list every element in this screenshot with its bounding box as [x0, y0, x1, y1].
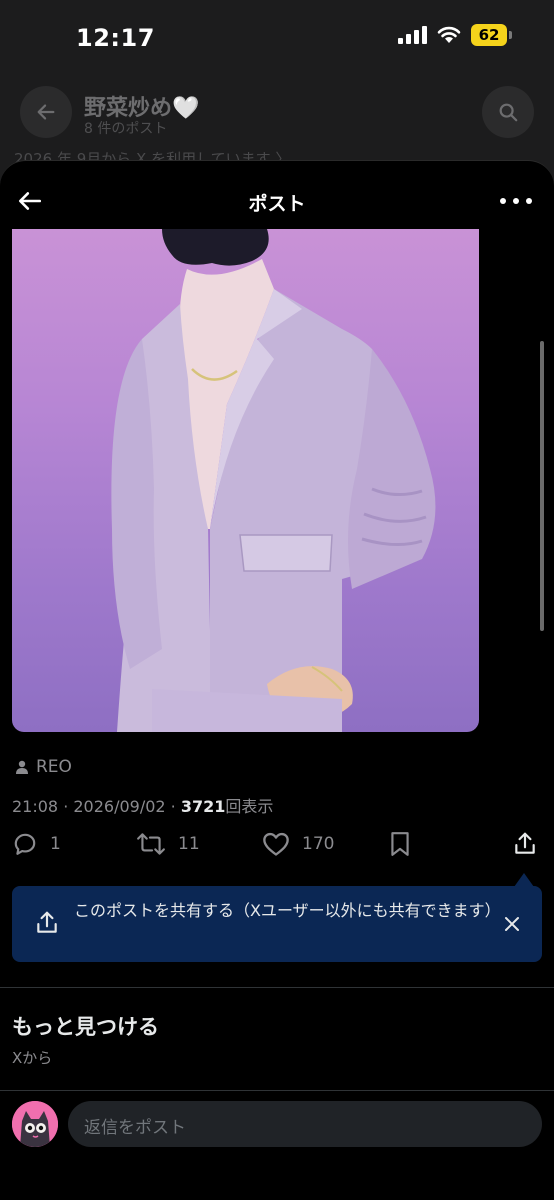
arrow-left-icon — [37, 104, 55, 120]
share-tooltip: このポストを共有する（Xユーザー以外にも共有できます） — [12, 886, 542, 962]
sheet-header: ポスト — [0, 161, 554, 239]
background-post-count: 8 件のポスト — [84, 121, 168, 137]
background-search-button — [482, 86, 534, 138]
avatar[interactable] — [12, 1101, 58, 1147]
bookmark-button[interactable] — [388, 831, 412, 857]
like-button[interactable]: 170 — [262, 831, 334, 857]
discover-title: もっと見つける — [12, 1015, 159, 1039]
post-image[interactable] — [12, 229, 479, 732]
person-icon — [16, 760, 28, 774]
repost-count: 11 — [178, 834, 200, 854]
divider — [0, 987, 554, 988]
share-icon — [515, 832, 535, 854]
background-back-button — [20, 86, 72, 138]
wifi-icon — [437, 26, 461, 43]
heart-icon — [263, 832, 289, 856]
tooltip-caret — [514, 873, 534, 887]
status-bar: 12:17 62 — [0, 0, 554, 76]
reply-button[interactable]: 1 — [12, 831, 61, 857]
background-profile-header: 野菜炒め🤍 8 件のポスト — [0, 86, 554, 142]
post-sheet: ポスト REO 21:08 · 2026/09/02 · 3721回表示 1 1… — [0, 160, 554, 1200]
close-icon — [505, 917, 519, 931]
post-date: 2026/09/02 — [73, 797, 166, 816]
post-time: 21:08 — [12, 797, 59, 816]
cat-avatar-icon — [12, 1101, 58, 1147]
battery-level: 62 — [471, 24, 507, 46]
tooltip-close-button[interactable] — [500, 912, 524, 936]
repost-icon — [137, 833, 165, 855]
cellular-signal-icon — [398, 26, 427, 44]
reply-placeholder: 返信をポスト — [84, 1118, 186, 1138]
post-author[interactable]: REO — [14, 757, 72, 777]
post-image-illustration — [111, 229, 436, 732]
reply-count: 1 — [50, 834, 61, 854]
share-icon — [34, 910, 60, 940]
share-tooltip-text[interactable]: このポストを共有する（Xユーザー以外にも共有できます） — [74, 899, 501, 923]
status-time: 12:17 — [76, 24, 155, 52]
view-suffix: 回表示 — [225, 797, 274, 816]
sheet-title: ポスト — [248, 193, 306, 215]
view-count: 3721 — [180, 797, 226, 816]
divider — [0, 1090, 554, 1091]
reply-icon — [14, 833, 36, 855]
more-horizontal-icon — [500, 198, 506, 204]
like-count: 170 — [302, 834, 335, 854]
discover-subtitle: Xから — [12, 1049, 53, 1067]
post-actions: 1 11 170 — [0, 831, 554, 871]
battery-indicator: 62 — [471, 24, 512, 46]
more-options-button[interactable] — [500, 189, 532, 213]
share-button[interactable] — [512, 831, 538, 857]
search-icon — [499, 103, 518, 122]
reply-input[interactable]: 返信をポスト — [68, 1101, 542, 1147]
repost-button[interactable]: 11 — [136, 831, 200, 857]
status-icons: 62 — [398, 24, 512, 46]
bookmark-icon — [391, 832, 409, 856]
scrollbar[interactable] — [540, 341, 544, 631]
author-name: REO — [36, 757, 72, 777]
post-meta: 21:08 · 2026/09/02 · 3721回表示 — [12, 797, 274, 816]
